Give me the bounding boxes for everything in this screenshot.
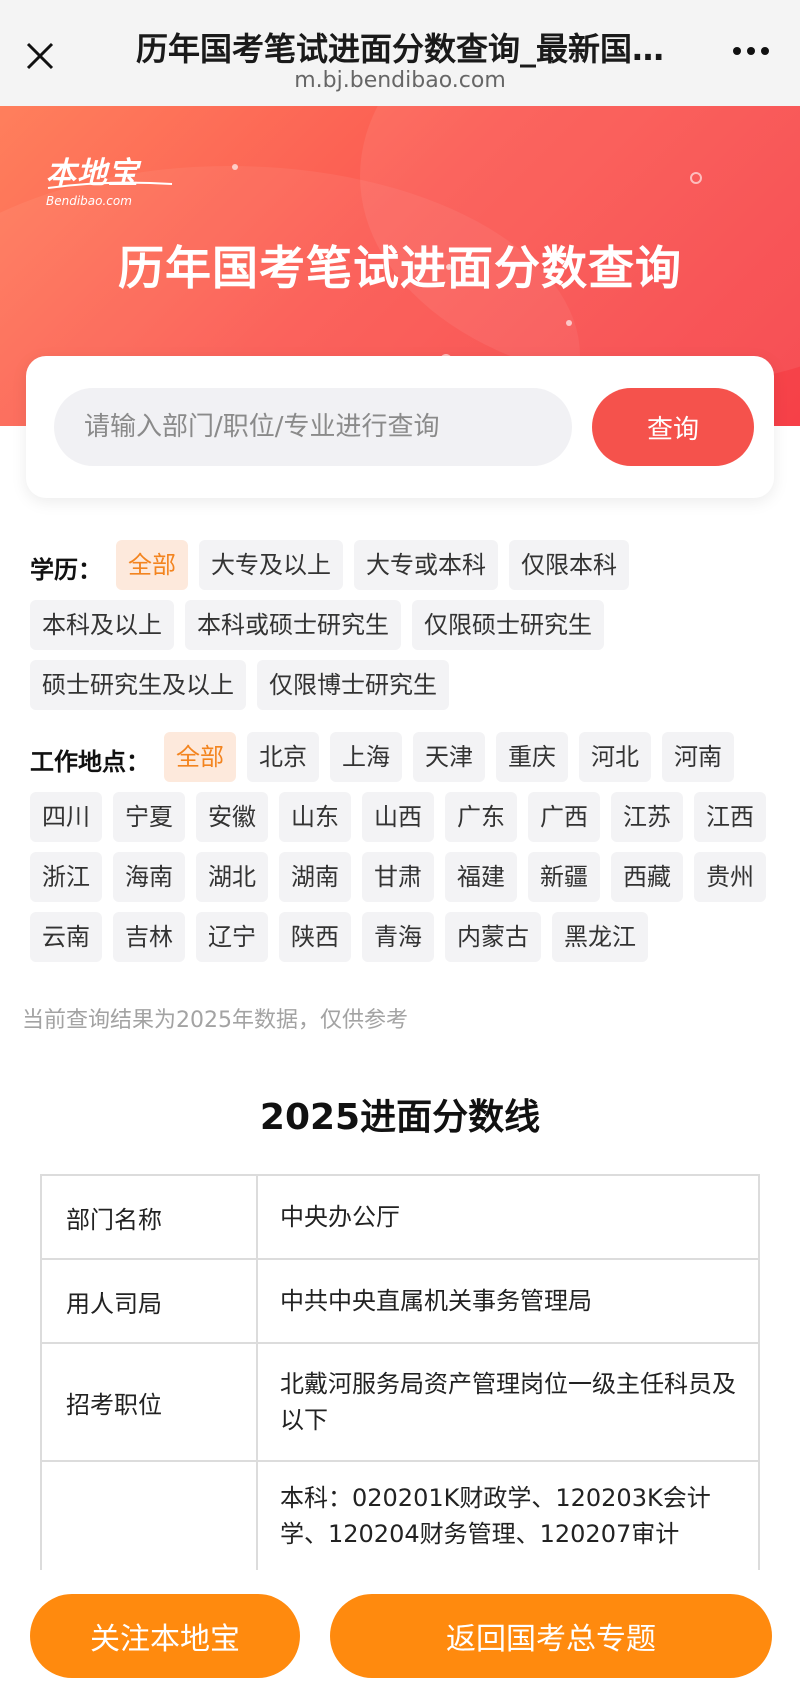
- data-note: 当前查询结果为2025年数据，仅供参考: [22, 1008, 408, 1033]
- location-filter: 工作地点： 全部 北京 上海 天津 重庆 河北 河南四川 宁夏 安徽 山东 山西 广东 广西 江苏 江西浙江…: [30, 732, 780, 972]
- education-filter-label: 学历：: [30, 556, 102, 584]
- location-chip[interactable]: 贵州: [694, 852, 766, 902]
- table-row: 本科：020201K财政学、120203K会计学、120204财务管理、1202…: [40, 1460, 760, 1572]
- follow-bendibao-button[interactable]: 关注本地宝: [30, 1594, 300, 1678]
- page-url: m.bj.bendibao.com: [294, 68, 506, 93]
- result-table: 部门名称 中央办公厅 用人司局 中共中央直属机关事务管理局 招考职位 北戴河服务局资产管理…: [40, 1174, 760, 1572]
- row-value: 中共中央直属机关事务管理局: [256, 1258, 760, 1344]
- close-button[interactable]: [18, 34, 62, 78]
- table-row: 用人司局 中共中央直属机关事务管理局: [40, 1258, 760, 1344]
- search-card: 查询: [26, 356, 774, 498]
- location-chip[interactable]: 安徽: [196, 792, 268, 842]
- location-chip[interactable]: 山西: [362, 792, 434, 842]
- location-chip[interactable]: 广东: [445, 792, 517, 842]
- row-value: 北戴河服务局资产管理岗位一级主任科员及以下: [256, 1342, 760, 1462]
- bendibao-logo[interactable]: 本地宝 Bendibao.com: [46, 148, 176, 208]
- logo-sub: Bendibao.com: [46, 194, 132, 208]
- row-key: 招考职位: [40, 1342, 258, 1462]
- location-chip[interactable]: 西藏: [611, 852, 683, 902]
- location-chip[interactable]: 四川: [30, 792, 102, 842]
- location-chip[interactable]: 上海: [330, 732, 402, 782]
- location-chip[interactable]: 天津: [413, 732, 485, 782]
- table-row: 招考职位 北戴河服务局资产管理岗位一级主任科员及以下: [40, 1342, 760, 1462]
- education-chip[interactable]: 仅限博士研究生: [257, 660, 449, 710]
- close-icon: [26, 42, 54, 70]
- page-title: 历年国考笔试进面分数查询_最新国…: [135, 30, 664, 68]
- location-chip[interactable]: 青海: [362, 912, 434, 962]
- row-key: [40, 1460, 258, 1572]
- location-chip[interactable]: 黑龙江: [552, 912, 648, 962]
- row-key: 用人司局: [40, 1258, 258, 1344]
- location-chip[interactable]: 甘肃: [362, 852, 434, 902]
- location-chip[interactable]: 辽宁: [196, 912, 268, 962]
- result-title: 2025进面分数线: [259, 1097, 541, 1138]
- location-chip[interactable]: 海南: [113, 852, 185, 902]
- table-row: 部门名称 中央办公厅: [40, 1174, 760, 1260]
- location-chip[interactable]: 云南: [30, 912, 102, 962]
- education-filter: 学历： 全部 大专及以上 大专或本科 仅限本科本科及以上 本科或硕士研究生 仅限硕士研究生…: [30, 540, 780, 720]
- location-chip[interactable]: 宁夏: [113, 792, 185, 842]
- return-topic-button[interactable]: 返回国考总专题: [330, 1594, 772, 1678]
- location-chip[interactable]: 江苏: [611, 792, 683, 842]
- location-chip[interactable]: 全部: [164, 732, 236, 782]
- banner-title: 历年国考笔试进面分数查询: [118, 241, 682, 295]
- row-key: 部门名称: [40, 1174, 258, 1260]
- education-chip[interactable]: 大专或本科: [354, 540, 498, 590]
- education-chip[interactable]: 大专及以上: [199, 540, 343, 590]
- location-chip[interactable]: 河北: [579, 732, 651, 782]
- education-chip[interactable]: 仅限硕士研究生: [412, 600, 604, 650]
- education-chip[interactable]: 本科或硕士研究生: [185, 600, 401, 650]
- education-chip[interactable]: 硕士研究生及以上: [30, 660, 246, 710]
- location-chip[interactable]: 新疆: [528, 852, 600, 902]
- location-chip[interactable]: 河南: [662, 732, 734, 782]
- more-dots-icon: [733, 47, 741, 55]
- search-input[interactable]: [54, 388, 572, 466]
- location-filter-label: 工作地点：: [30, 748, 150, 776]
- row-value: 本科：020201K财政学、120203K会计学、120204财务管理、1202…: [256, 1460, 760, 1572]
- more-menu-button[interactable]: [730, 40, 778, 70]
- education-chip[interactable]: 仅限本科: [509, 540, 629, 590]
- location-chip[interactable]: 湖北: [196, 852, 268, 902]
- location-chip[interactable]: 江西: [694, 792, 766, 842]
- browser-top-bar: 历年国考笔试进面分数查询_最新国… m.bj.bendibao.com: [0, 0, 800, 106]
- location-chip[interactable]: 浙江: [30, 852, 102, 902]
- education-chip[interactable]: 本科及以上: [30, 600, 174, 650]
- row-value: 中央办公厅: [256, 1174, 760, 1260]
- location-chip[interactable]: 内蒙古: [445, 912, 541, 962]
- location-chip[interactable]: 陕西: [279, 912, 351, 962]
- location-chip[interactable]: 福建: [445, 852, 517, 902]
- logo-swoosh-icon: [47, 181, 173, 189]
- location-chip[interactable]: 重庆: [496, 732, 568, 782]
- education-chip[interactable]: 全部: [116, 540, 188, 590]
- location-chip[interactable]: 广西: [528, 792, 600, 842]
- location-chip[interactable]: 湖南: [279, 852, 351, 902]
- search-button[interactable]: 查询: [592, 388, 754, 466]
- location-chip[interactable]: 山东: [279, 792, 351, 842]
- location-chip[interactable]: 北京: [247, 732, 319, 782]
- location-chip[interactable]: 吉林: [113, 912, 185, 962]
